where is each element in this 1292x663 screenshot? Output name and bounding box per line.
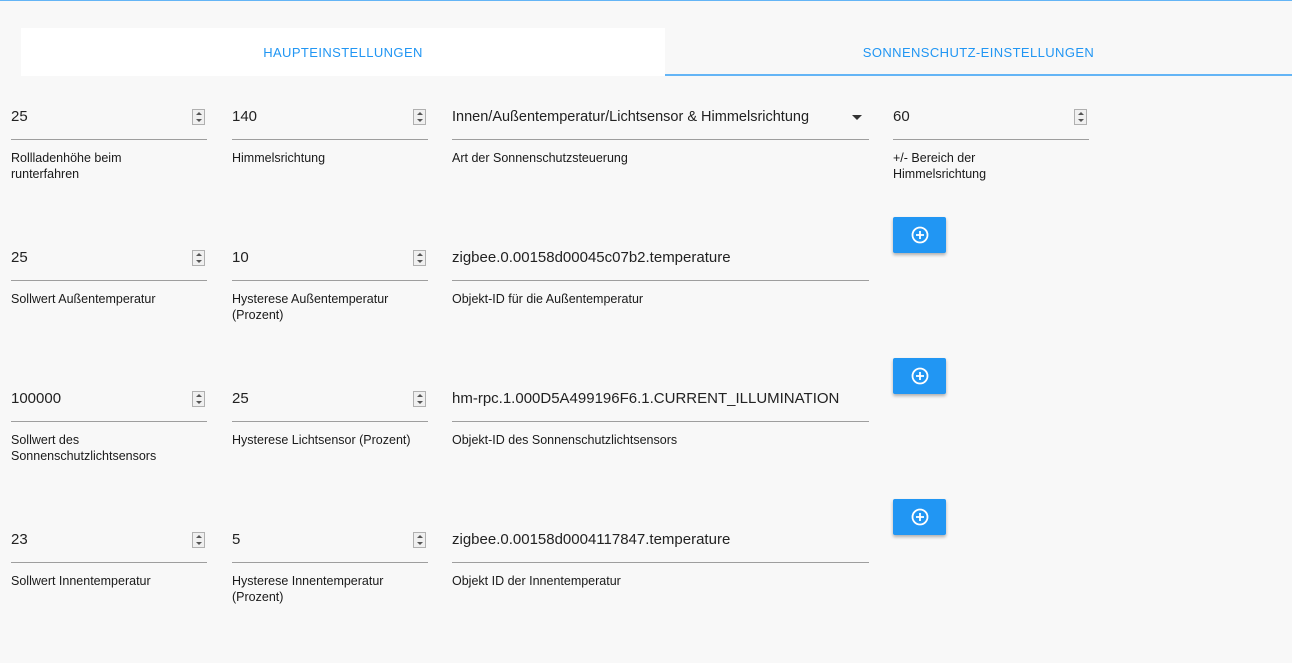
input-underline [452, 139, 869, 140]
rollladenhoehe-stepper[interactable] [192, 109, 205, 125]
add-aussentemperatur-button[interactable] [893, 217, 946, 253]
objekt-id-aussentemperatur-field: zigbee.0.00158d00045c07b2.temperature Ob… [452, 244, 869, 324]
chevron-down-icon[interactable] [852, 115, 862, 120]
top-divider [0, 0, 1292, 1]
sollwert-aussentemperatur-label: Sollwert Außentemperatur [11, 292, 156, 306]
hysterese-aussentemperatur-input[interactable]: 10 [232, 244, 249, 272]
input-underline [232, 421, 428, 422]
sonnenschutzsteuerung-label: Art der Sonnenschutzsteuerung [452, 151, 628, 165]
settings-tabs: Haupteinstellungen Sonnenschutz-Einstell… [21, 28, 1292, 76]
himmelsrichtung-input[interactable]: 140 [232, 103, 257, 131]
input-underline [232, 562, 428, 563]
tab-sonnenschutz-einstellungen[interactable]: Sonnenschutz-Einstellungen [665, 28, 1292, 76]
objekt-id-lichtsensor-input[interactable]: hm-rpc.1.000D5A499196F6.1.CURRENT_ILLUMI… [452, 385, 839, 413]
input-underline [232, 280, 428, 281]
himmelsrichtung-label: Himmelsrichtung [232, 151, 326, 165]
objekt-id-innentemperatur-input[interactable]: zigbee.0.00158d0004117847.temperature [452, 526, 730, 554]
sollwert-lichtsensor-stepper[interactable] [192, 391, 205, 407]
input-underline [893, 139, 1089, 140]
objekt-id-aussentemperatur-label: Objekt-ID für die Außentemperatur [452, 292, 644, 306]
tab-haupteinstellungen[interactable]: Haupteinstellungen [21, 28, 665, 76]
himmelsrichtung-bereich-field: 60 +/- Bereich der Himmelsrichtung [893, 103, 1089, 183]
hysterese-aussentemperatur-label: Hysterese Außentemperatur (Prozent) [232, 292, 389, 322]
hysterese-innentemperatur-field: 5 Hysterese Innentemperatur (Prozent) [232, 526, 428, 606]
sollwert-aussentemperatur-stepper[interactable] [192, 250, 205, 266]
input-underline [232, 139, 428, 140]
objekt-id-lichtsensor-field: hm-rpc.1.000D5A499196F6.1.CURRENT_ILLUMI… [452, 385, 869, 465]
objekt-id-lichtsensor-label: Objekt-ID des Sonnenschutzlichtsensors [452, 433, 678, 447]
plus-circle-icon [911, 367, 928, 385]
sollwert-lichtsensor-field: 100000 Sollwert des Sonnenschutzlichtsen… [11, 385, 207, 465]
himmelsrichtung-field: 140 Himmelsrichtung [232, 103, 428, 183]
rollladenhoehe-input[interactable]: 25 [11, 103, 28, 131]
input-underline [11, 562, 207, 563]
input-underline [11, 280, 207, 281]
sollwert-lichtsensor-input[interactable]: 100000 [11, 385, 61, 413]
input-underline [452, 562, 869, 563]
sollwert-aussentemperatur-field: 25 Sollwert Außentemperatur [11, 244, 207, 324]
plus-circle-icon [911, 226, 928, 244]
sollwert-lichtsensor-label: Sollwert des Sonnenschutzlichtsensors [11, 433, 157, 463]
plus-circle-icon [911, 508, 928, 526]
hysterese-lichtsensor-input[interactable]: 25 [232, 385, 249, 413]
himmelsrichtung-bereich-input[interactable]: 60 [893, 103, 910, 131]
himmelsrichtung-stepper[interactable] [413, 109, 426, 125]
hysterese-lichtsensor-label: Hysterese Lichtsensor (Prozent) [232, 433, 411, 447]
add-lichtsensor-button[interactable] [893, 358, 946, 394]
sollwert-innentemperatur-field: 23 Sollwert Innentemperatur [11, 526, 207, 606]
input-underline [452, 280, 869, 281]
hysterese-lichtsensor-stepper[interactable] [413, 391, 426, 407]
sollwert-innentemperatur-label: Sollwert Innentemperatur [11, 574, 151, 588]
hysterese-innentemperatur-stepper[interactable] [413, 532, 426, 548]
sonnenschutzsteuerung-field: Innen/Außentemperatur/Lichtsensor & Himm… [452, 103, 869, 183]
objekt-id-innentemperatur-label: Objekt ID der Innentemperatur [452, 574, 621, 588]
objekt-id-innentemperatur-field: zigbee.0.00158d0004117847.temperature Ob… [452, 526, 869, 606]
rollladenhoehe-field: 25 Rollladenhöhe beim runterfahren [11, 103, 207, 183]
hysterese-lichtsensor-field: 25 Hysterese Lichtsensor (Prozent) [232, 385, 428, 465]
hysterese-innentemperatur-label: Hysterese Innentemperatur (Prozent) [232, 574, 384, 604]
himmelsrichtung-bereich-label: +/- Bereich der Himmelsrichtung [893, 151, 987, 181]
objekt-id-aussentemperatur-input[interactable]: zigbee.0.00158d00045c07b2.temperature [452, 244, 731, 272]
sollwert-innentemperatur-stepper[interactable] [192, 532, 205, 548]
himmelsrichtung-bereich-stepper[interactable] [1074, 109, 1087, 125]
input-underline [11, 139, 207, 140]
input-underline [452, 421, 869, 422]
hysterese-innentemperatur-input[interactable]: 5 [232, 526, 240, 554]
sollwert-innentemperatur-input[interactable]: 23 [11, 526, 28, 554]
sollwert-aussentemperatur-input[interactable]: 25 [11, 244, 28, 272]
add-innentemperatur-button[interactable] [893, 499, 946, 535]
rollladenhoehe-label: Rollladenhöhe beim runterfahren [11, 151, 122, 181]
input-underline [11, 421, 207, 422]
hysterese-aussentemperatur-stepper[interactable] [413, 250, 426, 266]
hysterese-aussentemperatur-field: 10 Hysterese Außentemperatur (Prozent) [232, 244, 428, 324]
sonnenschutzsteuerung-select[interactable]: Innen/Außentemperatur/Lichtsensor & Himm… [452, 103, 809, 131]
